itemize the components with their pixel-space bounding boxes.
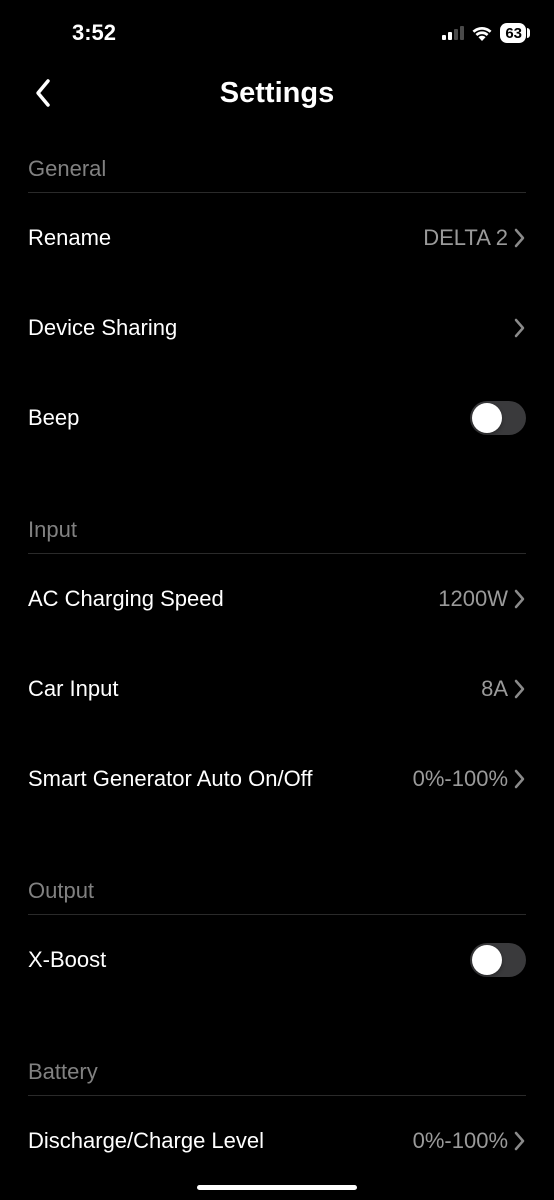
row-smart-generator[interactable]: Smart Generator Auto On/Off 0%-100%: [28, 734, 526, 824]
row-discharge-charge[interactable]: Discharge/Charge Level 0%-100%: [28, 1096, 526, 1186]
status-bar: 3:52 63: [0, 0, 554, 56]
row-label-discharge: Discharge/Charge Level: [28, 1128, 264, 1154]
section-battery: Battery Discharge/Charge Level 0%-100%: [0, 1041, 554, 1186]
wifi-icon: [471, 25, 493, 41]
row-label-beep: Beep: [28, 405, 79, 431]
row-value-rename: DELTA 2: [423, 225, 508, 251]
battery-percentage: 63: [505, 25, 522, 42]
row-beep: Beep: [28, 373, 526, 463]
status-time: 3:52: [28, 20, 116, 46]
section-general: General Rename DELTA 2 Device Sharing Be…: [0, 138, 554, 463]
toggle-beep[interactable]: [470, 401, 526, 435]
back-button[interactable]: [28, 78, 58, 108]
row-label-xboost: X-Boost: [28, 947, 106, 973]
battery-indicator: 63: [500, 23, 526, 43]
toggle-knob: [472, 403, 502, 433]
row-label-device-sharing: Device Sharing: [28, 315, 177, 341]
row-value-car: 8A: [481, 676, 508, 702]
chevron-right-icon: [514, 769, 526, 789]
row-label-rename: Rename: [28, 225, 111, 251]
section-header-input: Input: [28, 499, 526, 554]
chevron-right-icon: [514, 318, 526, 338]
chevron-right-icon: [514, 1131, 526, 1151]
section-header-battery: Battery: [28, 1041, 526, 1096]
section-output: Output X-Boost: [0, 860, 554, 1005]
row-value-smart-gen: 0%-100%: [413, 766, 508, 792]
chevron-right-icon: [514, 228, 526, 248]
row-car-input[interactable]: Car Input 8A: [28, 644, 526, 734]
page-title: Settings: [220, 77, 334, 110]
section-input: Input AC Charging Speed 1200W Car Input …: [0, 499, 554, 824]
toggle-xboost[interactable]: [470, 943, 526, 977]
chevron-right-icon: [514, 679, 526, 699]
section-header-general: General: [28, 138, 526, 193]
row-rename[interactable]: Rename DELTA 2: [28, 193, 526, 283]
row-device-sharing[interactable]: Device Sharing: [28, 283, 526, 373]
row-label-smart-gen: Smart Generator Auto On/Off: [28, 766, 313, 792]
screen-header: Settings: [0, 62, 554, 124]
section-header-output: Output: [28, 860, 526, 915]
status-indicators: 63: [442, 23, 526, 43]
row-ac-charging[interactable]: AC Charging Speed 1200W: [28, 554, 526, 644]
chevron-right-icon: [514, 589, 526, 609]
row-value-ac: 1200W: [438, 586, 508, 612]
home-indicator[interactable]: [197, 1185, 357, 1190]
chevron-left-icon: [34, 78, 52, 108]
row-label-car: Car Input: [28, 676, 119, 702]
row-value-discharge: 0%-100%: [413, 1128, 508, 1154]
toggle-knob: [472, 945, 502, 975]
row-label-ac: AC Charging Speed: [28, 586, 224, 612]
row-xboost: X-Boost: [28, 915, 526, 1005]
cellular-signal-icon: [442, 26, 464, 40]
